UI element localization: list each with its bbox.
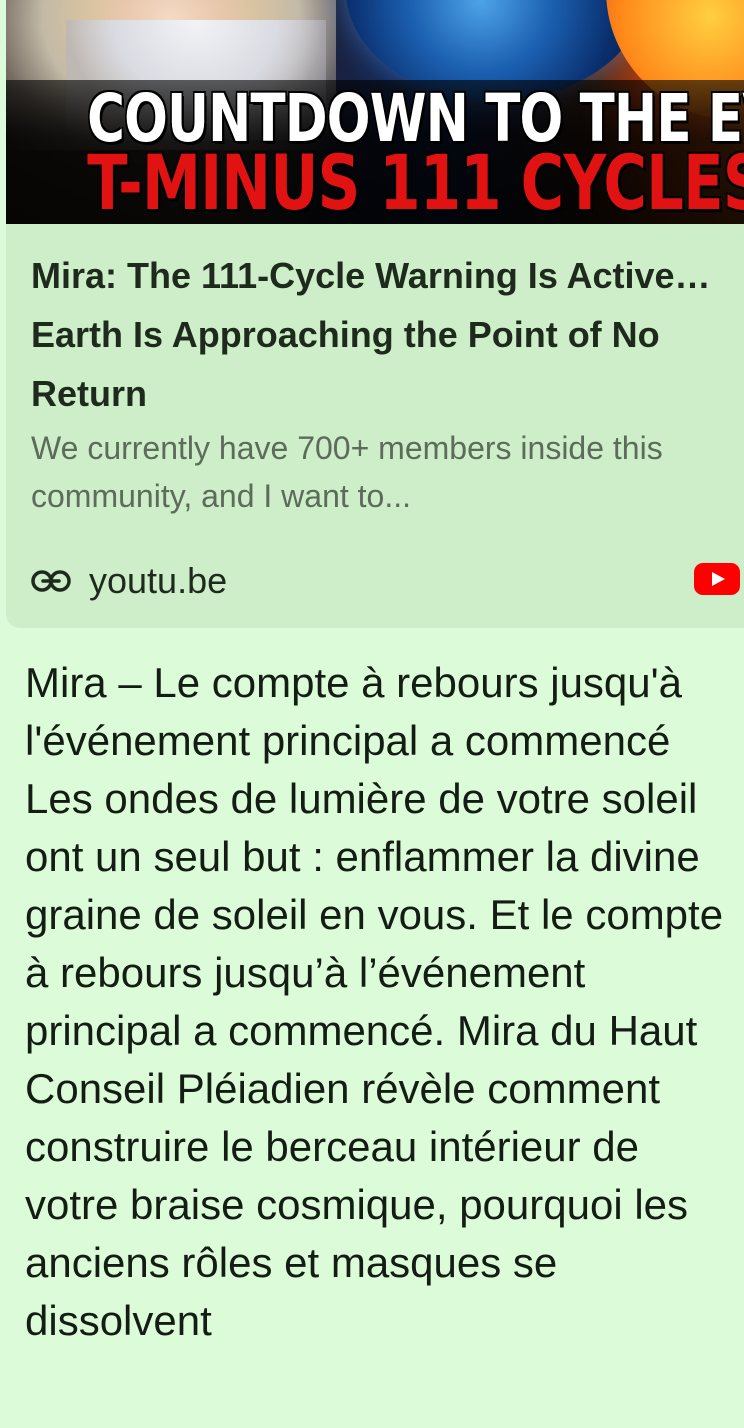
video-thumbnail[interactable]: COUNTDOWN TO THE EVENT T-MINUS 111 CYCLE…	[6, 0, 744, 224]
link-preview-description: We currently have 700+ members inside th…	[31, 430, 663, 514]
youtube-icon	[694, 563, 740, 595]
thumbnail-subheadline: T-MINUS 111 CYCLES	[87, 138, 744, 224]
link-preview-domain[interactable]: youtu.be	[89, 557, 227, 605]
link-preview-card[interactable]: Mira: The 111-Cycle Warning Is Active… E…	[6, 224, 744, 628]
link-icon	[31, 570, 71, 592]
link-preview-title: Mira: The 111-Cycle Warning Is Active… E…	[31, 255, 711, 414]
message-text: Mira – Le compte à rebours jusqu'à l'évé…	[25, 659, 724, 1344]
link-preview-footer: youtu.be	[31, 557, 740, 605]
